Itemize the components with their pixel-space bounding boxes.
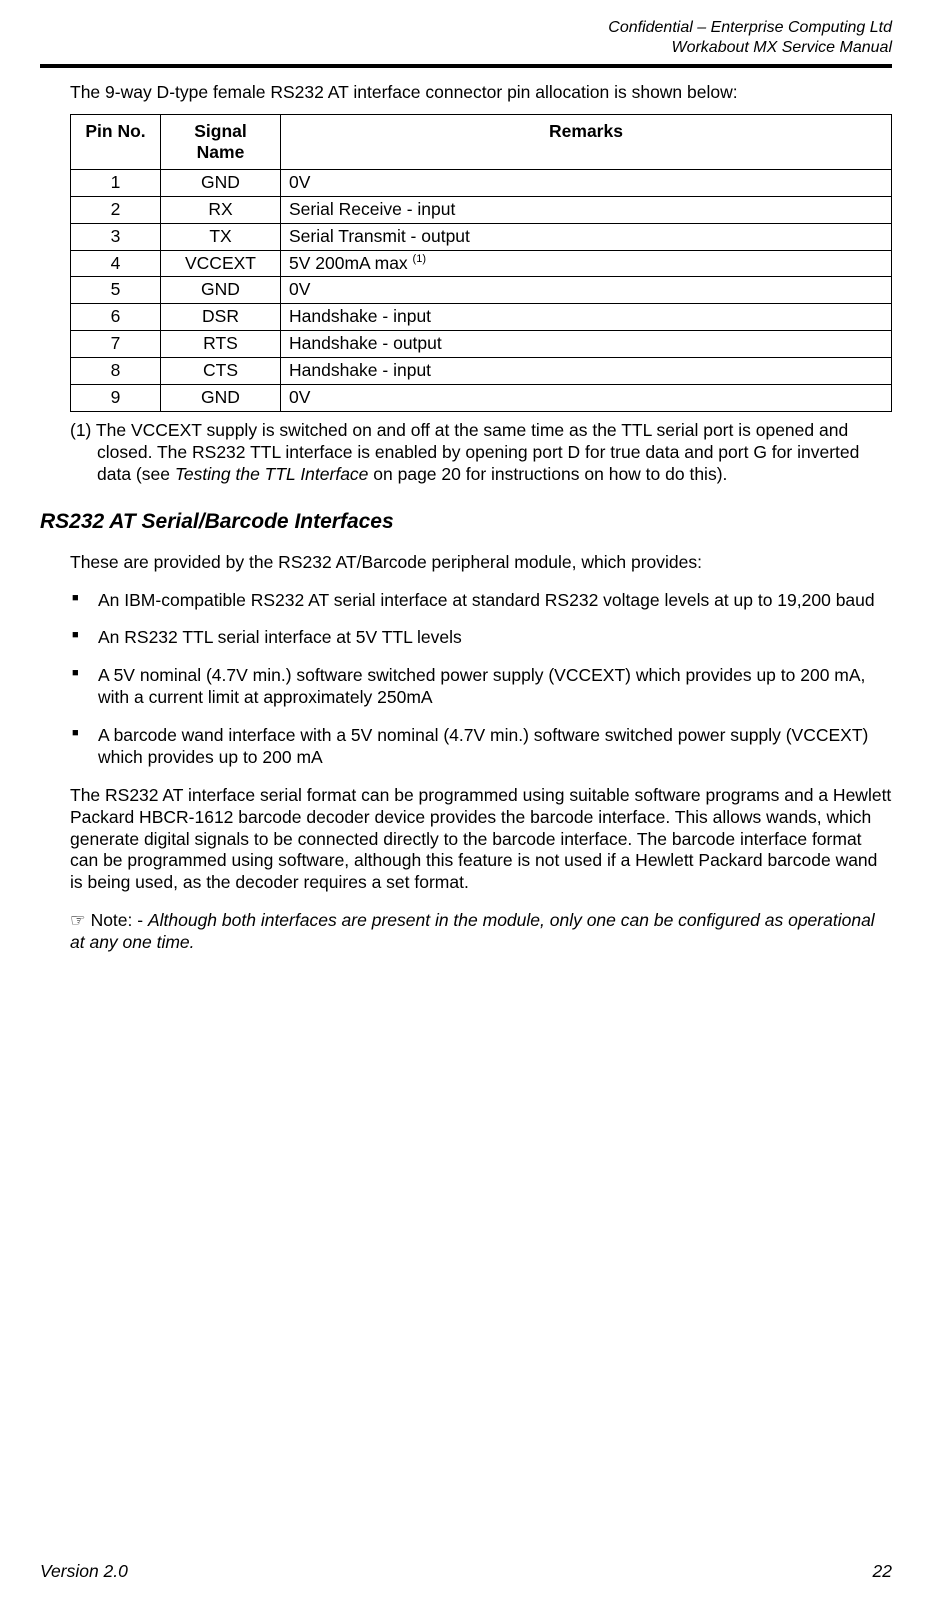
th-signal: Signal Name xyxy=(161,114,281,169)
table-row: 7RTSHandshake - output xyxy=(71,331,892,358)
table-row: 2RXSerial Receive - input xyxy=(71,196,892,223)
cell-remarks: 0V xyxy=(281,277,892,304)
section-body: The RS232 AT interface serial format can… xyxy=(70,785,892,894)
th-pin: Pin No. xyxy=(71,114,161,169)
cell-signal: RX xyxy=(161,196,281,223)
footer-page-number: 22 xyxy=(873,1561,892,1583)
cell-signal: VCCEXT xyxy=(161,250,281,277)
intro-text: The 9-way D-type female RS232 AT interfa… xyxy=(70,82,892,104)
pointing-hand-icon: ☞ xyxy=(70,910,86,930)
cell-remarks: Handshake - input xyxy=(281,358,892,385)
table-header-row: Pin No. Signal Name Remarks xyxy=(71,114,892,169)
cell-pin: 4 xyxy=(71,250,161,277)
list-item: An IBM-compatible RS232 AT serial interf… xyxy=(70,590,892,612)
cell-remarks: 0V xyxy=(281,169,892,196)
section-heading: RS232 AT Serial/Barcode Interfaces xyxy=(40,509,892,535)
cell-pin: 1 xyxy=(71,169,161,196)
page-header: Confidential – Enterprise Computing Ltd … xyxy=(40,18,892,58)
table-row: 3TXSerial Transmit - output xyxy=(71,223,892,250)
header-rule xyxy=(40,64,892,68)
table-footnote: (1) The VCCEXT supply is switched on and… xyxy=(70,420,892,486)
table-row: 9GND0V xyxy=(71,384,892,411)
cell-remarks: Serial Transmit - output xyxy=(281,223,892,250)
table-row: 1GND0V xyxy=(71,169,892,196)
section-lead: These are provided by the RS232 AT/Barco… xyxy=(70,552,892,574)
cell-remarks: Handshake - input xyxy=(281,304,892,331)
cell-remarks: 5V 200mA max (1) xyxy=(281,250,892,277)
cell-remarks: 0V xyxy=(281,384,892,411)
cell-pin: 5 xyxy=(71,277,161,304)
cell-pin: 6 xyxy=(71,304,161,331)
note-text: Although both interfaces are present in … xyxy=(70,910,875,952)
th-remarks: Remarks xyxy=(281,114,892,169)
table-row: 5GND0V xyxy=(71,277,892,304)
note-paragraph: ☞ Note: - Although both interfaces are p… xyxy=(70,910,892,954)
cell-signal: DSR xyxy=(161,304,281,331)
cell-pin: 9 xyxy=(71,384,161,411)
cell-remarks: Handshake - output xyxy=(281,331,892,358)
page-content: The 9-way D-type female RS232 AT interfa… xyxy=(40,82,892,954)
page-footer: Version 2.0 22 xyxy=(40,1561,892,1583)
cell-signal: GND xyxy=(161,277,281,304)
table-row: 8CTSHandshake - input xyxy=(71,358,892,385)
cell-pin: 8 xyxy=(71,358,161,385)
th-signal-text: Signal Name xyxy=(181,121,261,163)
header-line-2: Workabout MX Service Manual xyxy=(671,39,892,56)
cell-signal: RTS xyxy=(161,331,281,358)
list-item: A 5V nominal (4.7V min.) software switch… xyxy=(70,665,892,709)
cell-remarks-sup: (1) xyxy=(413,253,426,265)
feature-list: An IBM-compatible RS232 AT serial interf… xyxy=(70,590,892,769)
list-item: A barcode wand interface with a 5V nomin… xyxy=(70,725,892,769)
cell-signal: GND xyxy=(161,169,281,196)
note-label: Note: - xyxy=(86,910,148,930)
list-item: An RS232 TTL serial interface at 5V TTL … xyxy=(70,627,892,649)
cell-pin: 7 xyxy=(71,331,161,358)
cell-signal: TX xyxy=(161,223,281,250)
cell-signal: GND xyxy=(161,384,281,411)
cell-remarks: Serial Receive - input xyxy=(281,196,892,223)
footer-version: Version 2.0 xyxy=(40,1561,128,1583)
cell-signal: CTS xyxy=(161,358,281,385)
cell-pin: 2 xyxy=(71,196,161,223)
table-row: 6DSRHandshake - input xyxy=(71,304,892,331)
table-row: 4VCCEXT5V 200mA max (1) xyxy=(71,250,892,277)
header-line-1: Confidential – Enterprise Computing Ltd xyxy=(608,19,892,36)
cell-pin: 3 xyxy=(71,223,161,250)
footnote-post: on page 20 for instructions on how to do… xyxy=(368,464,727,484)
footnote-ital: Testing the TTL Interface xyxy=(175,464,369,484)
cell-remarks-text: 5V 200mA max xyxy=(289,253,413,273)
pin-allocation-table: Pin No. Signal Name Remarks 1GND0V 2RXSe… xyxy=(70,114,892,412)
